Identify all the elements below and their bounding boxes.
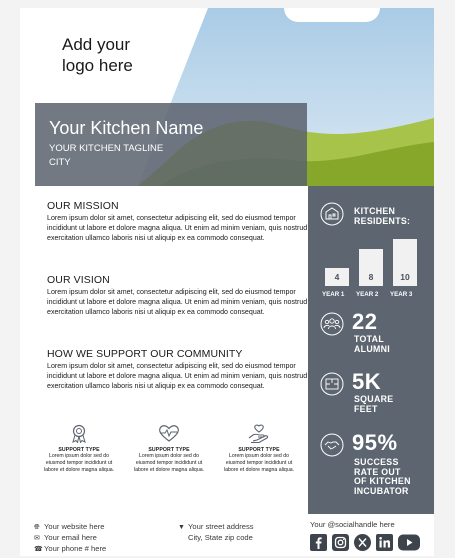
residents-bar-year3: 10 (393, 239, 417, 286)
x-twitter-icon[interactable] (354, 534, 371, 551)
email-line[interactable]: ✉ Your email here (34, 533, 97, 544)
website-text: Your website here (44, 522, 105, 531)
support-title: HOW WE SUPPORT OUR COMMUNITY (47, 348, 243, 360)
heartbeat-icon (159, 425, 179, 442)
vision-body: Lorem ipsum dolor sit amet, consectetur … (47, 288, 308, 317)
support-type-body: Lorem ipsum dolor sed do eiusmod tempor … (223, 453, 295, 473)
city-state-text: City, State zip code (188, 533, 253, 542)
kitchen-name: Your Kitchen Name (49, 118, 204, 138)
phone-line[interactable]: ☎Your phone # here (34, 544, 106, 555)
kitchen-name-box: Your Kitchen Name YOUR KITCHEN TAGLINE C… (35, 103, 307, 186)
certificate-icon (72, 424, 86, 443)
success-label-line4: INCUBATOR (354, 485, 409, 496)
logo-placeholder-line1: Add your (62, 35, 131, 54)
globe-icon: 🌐︎ (34, 524, 40, 531)
mission-body: Lorem ipsum dolor sit amet, consectetur … (47, 214, 308, 243)
facebook-icon[interactable] (310, 534, 327, 551)
bar-label-year2: YEAR 2 (356, 291, 379, 298)
success-value: 95% (352, 430, 398, 455)
bar-value: 8 (368, 272, 374, 282)
mission-title: OUR MISSION (47, 200, 119, 212)
logo-placeholder-line2: logo here (62, 56, 133, 75)
envelope-icon: ✉ (34, 535, 40, 542)
residents-bar-chart: 4 8 10 YEAR 1 YEAR 2 YEAR 3 (308, 186, 434, 306)
bar-label-year1: YEAR 1 (322, 291, 345, 298)
support-body: Lorem ipsum dolor sit amet, consectetur … (47, 362, 308, 391)
street-text: Your street address (188, 522, 254, 531)
support-section: HOW WE SUPPORT OUR COMMUNITY Lorem ipsum… (47, 348, 309, 391)
instagram-icon[interactable] (332, 534, 349, 551)
top-notch (284, 8, 380, 22)
support-type-body: Lorem ipsum dolor sed do eiusmod tempor … (43, 453, 115, 473)
success-label: SUCCESS RATE OUT OF KITCHEN INCUBATOR (354, 457, 411, 496)
support-type-2: SUPPORT TYPE Lorem ipsum dolor sed do ei… (129, 423, 209, 473)
bar-value: 4 (334, 272, 340, 282)
flyer-page: Add your logo here Your Kitchen Name YOU… (20, 8, 434, 556)
people-group-icon (320, 312, 344, 336)
location-pin-icon: ▼ (178, 524, 185, 531)
website-line[interactable]: 🌐︎ Your website here (34, 522, 105, 533)
bar-value: 10 (400, 272, 410, 282)
support-type-body: Lorem ipsum dolor sed do eiusmod tempor … (133, 453, 205, 473)
space-label-line2: FEET (354, 403, 378, 414)
kitchen-city: CITY (49, 157, 71, 168)
support-types: SUPPORT TYPE Lorem ipsum dolor sed do ei… (39, 423, 301, 503)
vision-title: OUR VISION (47, 274, 110, 286)
helping-hand-icon (248, 424, 269, 443)
space-value: 5K (352, 369, 382, 394)
phone-text: Your phone # here (44, 544, 107, 553)
mission-section: OUR MISSION Lorem ipsum dolor sit amet, … (47, 200, 309, 243)
social-handle[interactable]: Your @socialhandle here (310, 520, 395, 530)
social-icons (310, 534, 430, 552)
hero-banner: Add your logo here Your Kitchen Name YOU… (20, 8, 434, 186)
residents-bar-year1: 4 (325, 268, 349, 286)
linkedin-icon[interactable] (376, 534, 393, 551)
alumni-label-line2: ALUMNI (354, 343, 391, 354)
space-label: SQUARE FEET (354, 394, 393, 414)
email-text: Your email here (44, 533, 97, 542)
address-block: ▼ Your street address City, State zip cod… (178, 522, 254, 543)
stats-sidebar: KITCHEN RESIDENTS: 4 8 10 YEAR 1 YEAR 2 … (308, 186, 434, 514)
contact-footer: 🌐︎ Your website here ✉ Your email here ☎Yo… (20, 514, 434, 556)
floor-plan-icon (320, 372, 344, 396)
bar-label-year3: YEAR 3 (390, 291, 413, 298)
alumni-value: 22 (352, 309, 378, 334)
logo-placeholder[interactable]: Add your logo here (62, 34, 152, 76)
residents-bar-year2: 8 (359, 249, 383, 286)
vision-section: OUR VISION Lorem ipsum dolor sit amet, c… (47, 274, 309, 317)
support-type-3: SUPPORT TYPE Lorem ipsum dolor sed do ei… (219, 423, 299, 473)
handshake-icon (320, 433, 344, 457)
support-type-1: SUPPORT TYPE Lorem ipsum dolor sed do ei… (39, 423, 119, 473)
youtube-icon[interactable] (398, 534, 420, 551)
phone-icon: ☎ (34, 546, 43, 553)
kitchen-tagline: YOUR KITCHEN TAGLINE (49, 143, 164, 154)
alumni-label: TOTAL ALUMNI (354, 334, 391, 354)
